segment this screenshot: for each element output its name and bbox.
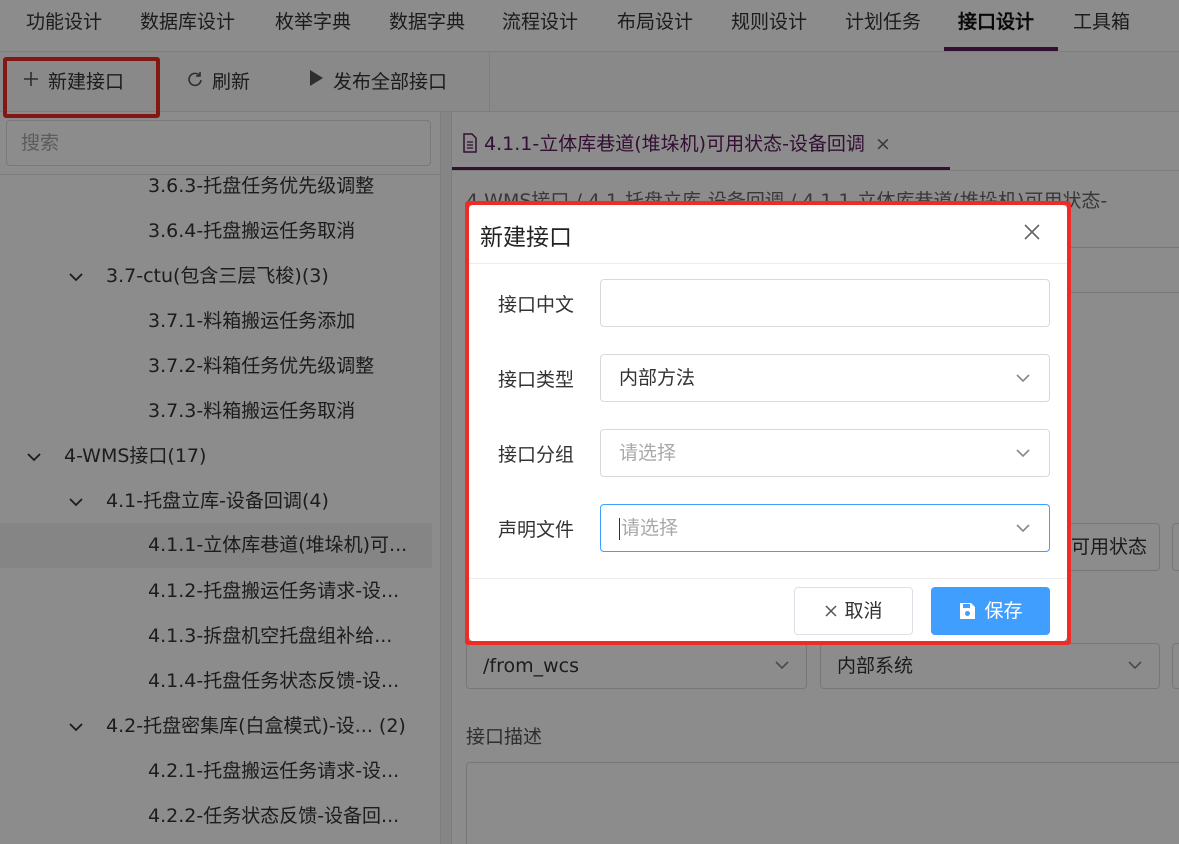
- dialog-highlight: [465, 201, 1071, 645]
